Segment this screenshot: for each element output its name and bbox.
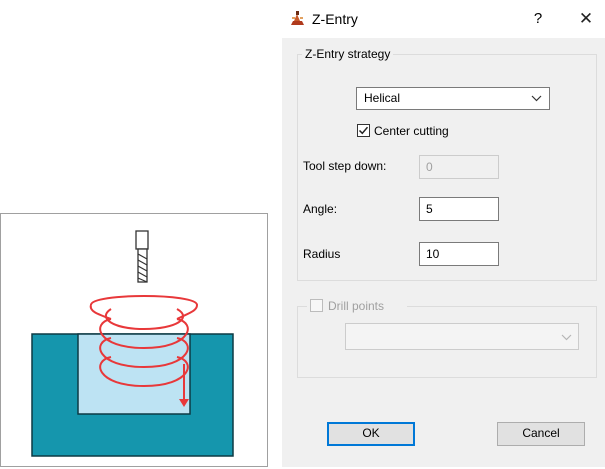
drill-points-checkbox[interactable]	[310, 299, 323, 312]
dialog-title: Z-Entry	[312, 11, 358, 27]
checkmark-icon	[358, 126, 369, 135]
helical-entry-illustration	[0, 213, 268, 467]
drill-points-select[interactable]	[345, 323, 579, 350]
helical-entry-diagram	[31, 230, 234, 457]
cnc-mill-icon	[289, 10, 306, 27]
chevron-down-icon	[561, 332, 572, 346]
center-cutting-checkbox[interactable]	[357, 124, 370, 137]
cancel-button[interactable]: Cancel	[497, 422, 585, 446]
zentry-strategy-group-title: Z-Entry strategy	[302, 46, 394, 62]
radius-input[interactable]: 10	[419, 242, 499, 266]
center-cutting-label: Center cutting	[374, 124, 449, 138]
angle-input[interactable]: 5	[419, 197, 499, 221]
tool-step-down-input[interactable]: 0	[419, 155, 499, 179]
drill-points-label: Drill points	[328, 299, 385, 313]
tool-step-down-label: Tool step down:	[303, 159, 387, 173]
close-button[interactable]: ✕	[573, 6, 599, 32]
strategy-select[interactable]: Helical	[356, 87, 550, 110]
help-button[interactable]: ?	[526, 6, 550, 32]
chevron-down-icon	[531, 93, 542, 107]
end-mill-icon	[135, 230, 149, 283]
pocket	[77, 333, 191, 415]
ok-button[interactable]: OK	[327, 422, 415, 446]
strategy-select-value: Helical	[364, 91, 401, 105]
radius-label: Radius	[303, 247, 341, 261]
angle-label: Angle:	[303, 202, 338, 216]
